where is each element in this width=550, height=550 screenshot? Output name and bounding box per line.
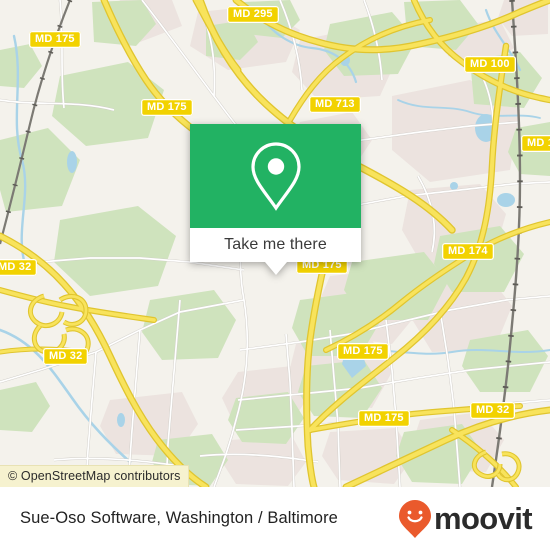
route-shield: MD 713 — [309, 96, 361, 113]
route-shield: MD 100 — [464, 56, 516, 73]
route-shield-label: MD 32 — [476, 404, 510, 416]
route-shield: MD 32 — [470, 402, 516, 419]
route-shield-label: MD 175 — [343, 345, 383, 357]
route-shield: MD 175 — [358, 410, 410, 427]
route-shield-label: MD 713 — [315, 98, 355, 110]
route-shield-label: MD 100 — [470, 58, 510, 70]
moovit-wordmark: moovit — [433, 501, 533, 536]
route-shield: MD 17 — [521, 135, 550, 152]
map-pin-icon — [250, 142, 301, 211]
route-shield-label: MD 295 — [233, 8, 273, 20]
popup-pointer — [264, 262, 287, 275]
route-shield: MD 175 — [29, 31, 81, 48]
moovit-smiley-pin-icon — [398, 499, 431, 538]
route-shield-label: MD 175 — [147, 101, 187, 113]
osm-attribution[interactable]: © OpenStreetMap contributors — [0, 465, 189, 487]
place-title: Sue-Oso Software, Washington / Baltimore — [20, 509, 338, 527]
moovit-brand[interactable]: moovit — [398, 499, 533, 539]
route-shield: MD 295 — [227, 6, 279, 23]
route-shield-label: MD 32 — [49, 350, 83, 362]
route-shield: MD 32 — [43, 348, 89, 365]
route-shield: MD 174 — [442, 243, 494, 260]
route-shield-label: MD 174 — [448, 245, 488, 257]
popup-header — [190, 124, 361, 228]
route-shield-label: MD 175 — [364, 412, 404, 424]
route-shield-label: MD 32 — [0, 261, 32, 273]
route-shield: MD 175 — [141, 99, 193, 116]
bottom-bar: Sue-Oso Software, Washington / Baltimore… — [0, 487, 550, 550]
popup-action-bar[interactable]: Take me there — [190, 228, 361, 262]
route-shield: MD 32 — [0, 259, 38, 276]
map-screenshot: MD 295 MD 175 MD 100 MD 175 MD 713 MD 17 MD 32… — [0, 0, 550, 550]
route-shield-label: MD 175 — [35, 33, 75, 45]
location-popup[interactable]: Take me there — [190, 124, 361, 275]
take-me-there-label: Take me there — [224, 236, 327, 253]
route-shield-label: MD 17 — [527, 137, 550, 149]
route-shield: MD 175 — [337, 343, 389, 360]
